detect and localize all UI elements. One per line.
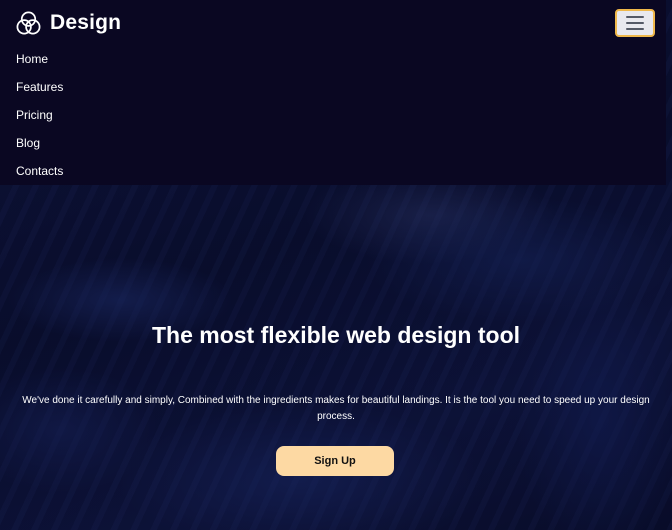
nav-link-blog[interactable]: Blog — [16, 136, 40, 150]
nav-item-features: Features — [16, 73, 63, 101]
brand-name: Design — [50, 11, 122, 34]
nav-menu: Home Features Pricing Blog Contacts — [16, 45, 63, 185]
brand-logo-link[interactable]: Design — [15, 9, 121, 37]
hero-title: The most flexible web design tool — [151, 322, 521, 348]
navbar: Design Home Features Pricing Blog Contac… — [0, 0, 666, 185]
navbar-toggler-button[interactable] — [615, 9, 655, 37]
nav-item-home: Home — [16, 45, 63, 73]
hamburger-menu-icon-bar — [626, 28, 644, 30]
nav-item-pricing: Pricing — [16, 101, 63, 129]
nav-link-pricing[interactable]: Pricing — [16, 108, 53, 122]
nav-link-features[interactable]: Features — [16, 80, 63, 94]
nav-item-contacts: Contacts — [16, 157, 63, 185]
sign-up-button[interactable]: Sign Up — [276, 446, 394, 476]
hamburger-menu-icon-bar — [626, 22, 644, 24]
hamburger-menu-icon — [626, 16, 644, 18]
three-circles-logo-icon — [16, 11, 41, 34]
hero-description: We've done it carefully and simply, Comb… — [22, 395, 650, 422]
nav-link-home[interactable]: Home — [16, 52, 48, 66]
nav-item-blog: Blog — [16, 129, 63, 157]
nav-link-contacts[interactable]: Contacts — [16, 164, 63, 178]
